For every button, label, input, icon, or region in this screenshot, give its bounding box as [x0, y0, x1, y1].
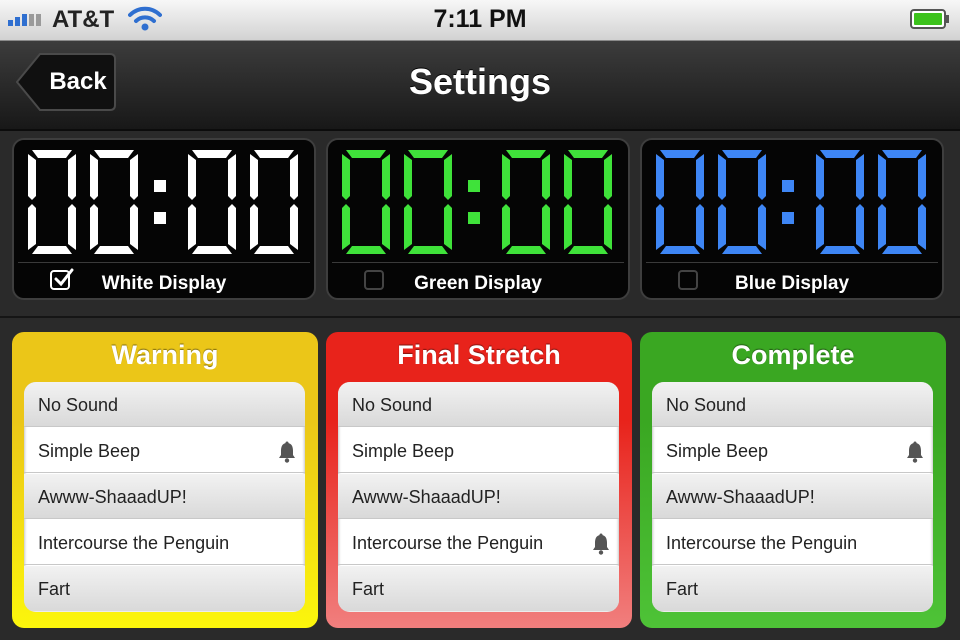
- sound-option[interactable]: Fart: [24, 566, 305, 611]
- display-option-blue[interactable]: Blue Display: [640, 138, 944, 300]
- sound-card-complete: Complete No Sound Simple Beep Awww-ShaaadUP…: [640, 332, 946, 628]
- sound-option-label: Intercourse the Penguin: [352, 533, 544, 553]
- sound-option[interactable]: Awww-ShaaadUP!: [24, 474, 305, 519]
- sound-option-label: Intercourse the Penguin: [38, 533, 230, 553]
- status-time: 7:11 PM: [433, 5, 527, 33]
- sound-option-label: Fart: [352, 579, 385, 599]
- sound-option-label: Awww-ShaaadUP!: [352, 487, 501, 507]
- sound-list: No Sound Simple Beep Awww-ShaaadUP! Interco…: [338, 382, 619, 612]
- status-bar: AT&T 7:11 PM: [0, 0, 960, 41]
- sound-option-label: Awww-ShaaadUP!: [666, 487, 815, 507]
- display-label: Blue Display: [734, 273, 850, 294]
- display-label: Green Display: [414, 273, 542, 294]
- sound-card-title: Final Stretch: [397, 340, 561, 370]
- sound-card-title: Complete: [731, 340, 855, 370]
- sound-card-warning: Warning No Sound Simple Beep Awww-ShaaadUP!…: [12, 332, 318, 628]
- display-option-green[interactable]: Green Display: [326, 138, 630, 300]
- sound-option-label: Simple Beep: [666, 441, 769, 461]
- sound-option[interactable]: Fart: [338, 566, 619, 611]
- sound-card-title: Warning: [111, 340, 219, 370]
- sound-list: No Sound Simple Beep Awww-ShaaadUP! Interco…: [652, 382, 933, 612]
- sound-option-label: Awww-ShaaadUP!: [38, 487, 187, 507]
- timer-digits: [342, 150, 612, 254]
- sound-option[interactable]: Intercourse the Penguin: [338, 520, 619, 565]
- sound-option[interactable]: No Sound: [338, 382, 619, 427]
- sound-option-label: Simple Beep: [38, 441, 141, 461]
- sound-option-label: Fart: [666, 579, 699, 599]
- timer-digits: [656, 150, 926, 254]
- sound-option[interactable]: No Sound: [652, 382, 933, 427]
- sound-option[interactable]: Intercourse the Penguin: [24, 520, 305, 565]
- sound-option[interactable]: Fart: [652, 566, 933, 611]
- battery-icon: [910, 9, 949, 29]
- sound-option[interactable]: Awww-ShaaadUP!: [652, 474, 933, 519]
- sound-option-label: No Sound: [666, 395, 747, 415]
- sound-option[interactable]: No Sound: [24, 382, 305, 427]
- sound-option-label: No Sound: [352, 395, 433, 415]
- bell-icon: [279, 441, 295, 463]
- section-divider: [0, 316, 960, 318]
- sound-option-label: Intercourse the Penguin: [666, 533, 858, 553]
- sound-option[interactable]: Intercourse the Penguin: [652, 520, 933, 565]
- sound-option[interactable]: Simple Beep: [338, 428, 619, 473]
- sound-option-label: Simple Beep: [352, 441, 455, 461]
- navigation-bar: Back Settings: [0, 41, 960, 131]
- sound-card-final-stretch: Final Stretch No Sound Simple Beep Awww-Sha…: [326, 332, 632, 628]
- timer-digits: [28, 150, 298, 254]
- bell-icon: [907, 441, 923, 463]
- sound-option-label: No Sound: [38, 395, 119, 415]
- display-option-white[interactable]: White Display: [12, 138, 316, 300]
- sound-list: No Sound Simple Beep Awww-ShaaadUP! Interco…: [24, 382, 305, 612]
- bell-icon: [593, 533, 609, 555]
- sound-option-label: Fart: [38, 579, 71, 599]
- sound-option[interactable]: Awww-ShaaadUP!: [338, 474, 619, 519]
- display-label: White Display: [101, 273, 227, 294]
- sound-option[interactable]: Simple Beep: [652, 428, 933, 473]
- sound-option[interactable]: Simple Beep: [24, 428, 305, 473]
- page-title: Settings: [408, 61, 551, 102]
